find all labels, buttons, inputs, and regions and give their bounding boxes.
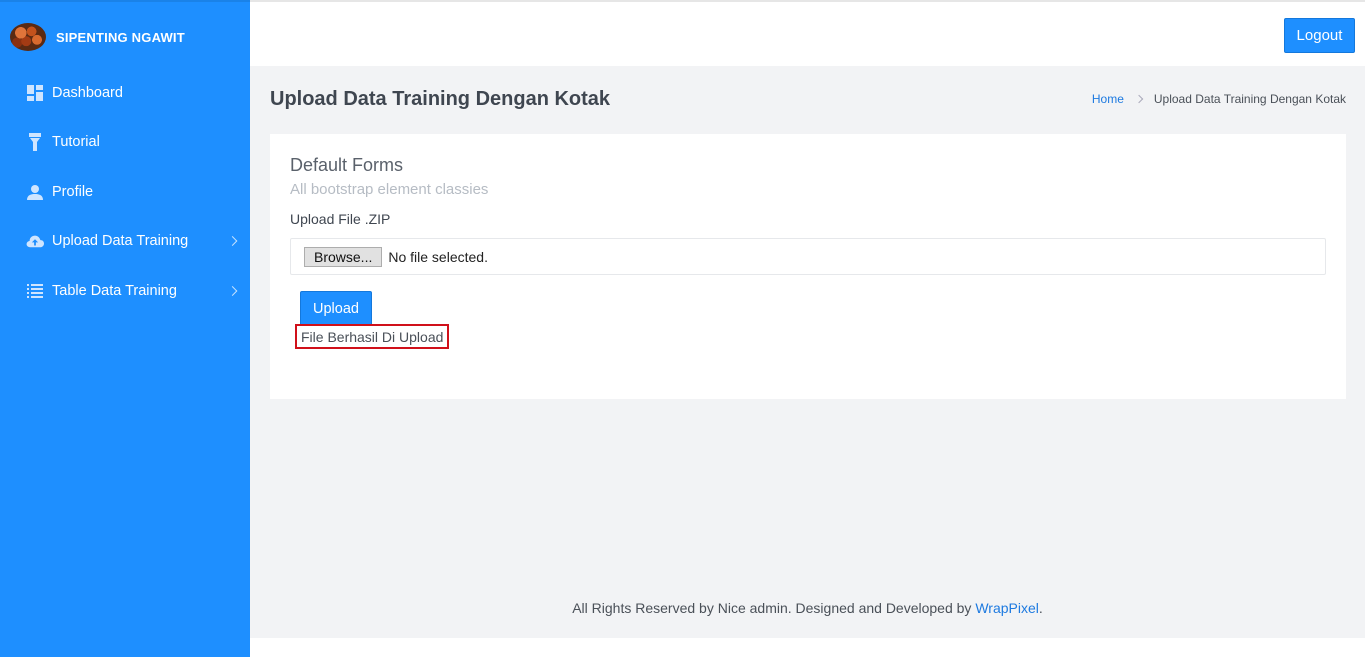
- browse-button[interactable]: Browse...: [304, 246, 383, 267]
- chevron-right-icon: [227, 285, 238, 296]
- sidebar-item-profile[interactable]: Profile: [0, 167, 250, 217]
- brand-name: SIPENTING NGAWIT: [56, 29, 185, 45]
- breadcrumb-home-link[interactable]: Home: [1092, 92, 1124, 106]
- sidebar-item-label: Profile: [52, 183, 94, 200]
- palm-fruit-logo: [10, 23, 46, 51]
- sidebar-item-upload-data-training[interactable]: Upload Data Training: [0, 217, 250, 267]
- upload-form-card: Default Forms All bootstrap element clas…: [270, 134, 1346, 399]
- file-status-text: No file selected.: [388, 248, 488, 265]
- upload-success-message: File Berhasil Di Upload: [295, 324, 450, 349]
- footer-suffix: .: [1038, 600, 1043, 616]
- dashboard-icon: [26, 84, 44, 102]
- file-input[interactable]: Browse... No file selected.: [290, 238, 1326, 275]
- list-icon: [26, 282, 44, 300]
- breadcrumb-current: Upload Data Training Dengan Kotak: [1153, 92, 1346, 106]
- page-title: Upload Data Training Dengan Kotak: [270, 88, 611, 110]
- sidebar-item-label: Upload Data Training: [52, 233, 189, 250]
- chevron-right-icon: [227, 236, 238, 247]
- footer-wrappixel-link[interactable]: WrapPixel: [975, 600, 1039, 616]
- flashlight-icon: [26, 133, 44, 152]
- cloud-upload-icon: [26, 232, 44, 250]
- sidebar: SIPENTING NGAWIT Dashboard Tutorial Prof…: [0, 0, 250, 657]
- footer: All Rights Reserved by Nice admin. Desig…: [250, 600, 1365, 616]
- chevron-right-icon: [1134, 94, 1144, 104]
- upload-field-label: Upload File .ZIP: [290, 211, 391, 227]
- sidebar-item-label: Table Data Training: [52, 282, 177, 299]
- sidebar-item-label: Tutorial: [52, 134, 100, 151]
- sidebar-item-label: Dashboard: [52, 84, 123, 101]
- sidebar-nav: Dashboard Tutorial Profile Upload Data T…: [0, 68, 250, 316]
- user-icon: [26, 183, 44, 201]
- upload-button[interactable]: Upload: [300, 291, 372, 326]
- sidebar-item-dashboard[interactable]: Dashboard: [0, 68, 250, 118]
- card-subtitle: All bootstrap element classies: [290, 181, 489, 198]
- logout-button[interactable]: Logout: [1284, 18, 1355, 53]
- card-title: Default Forms: [290, 155, 404, 175]
- sidebar-item-tutorial[interactable]: Tutorial: [0, 118, 250, 168]
- footer-text: All Rights Reserved by Nice admin. Desig…: [572, 600, 976, 616]
- sidebar-item-table-data-training[interactable]: Table Data Training: [0, 266, 250, 316]
- breadcrumb: Home Upload Data Training Dengan Kotak: [1092, 92, 1346, 106]
- topbar: Logout: [250, 0, 1365, 66]
- bottom-strip: [250, 638, 1365, 657]
- brand[interactable]: SIPENTING NGAWIT: [10, 22, 185, 52]
